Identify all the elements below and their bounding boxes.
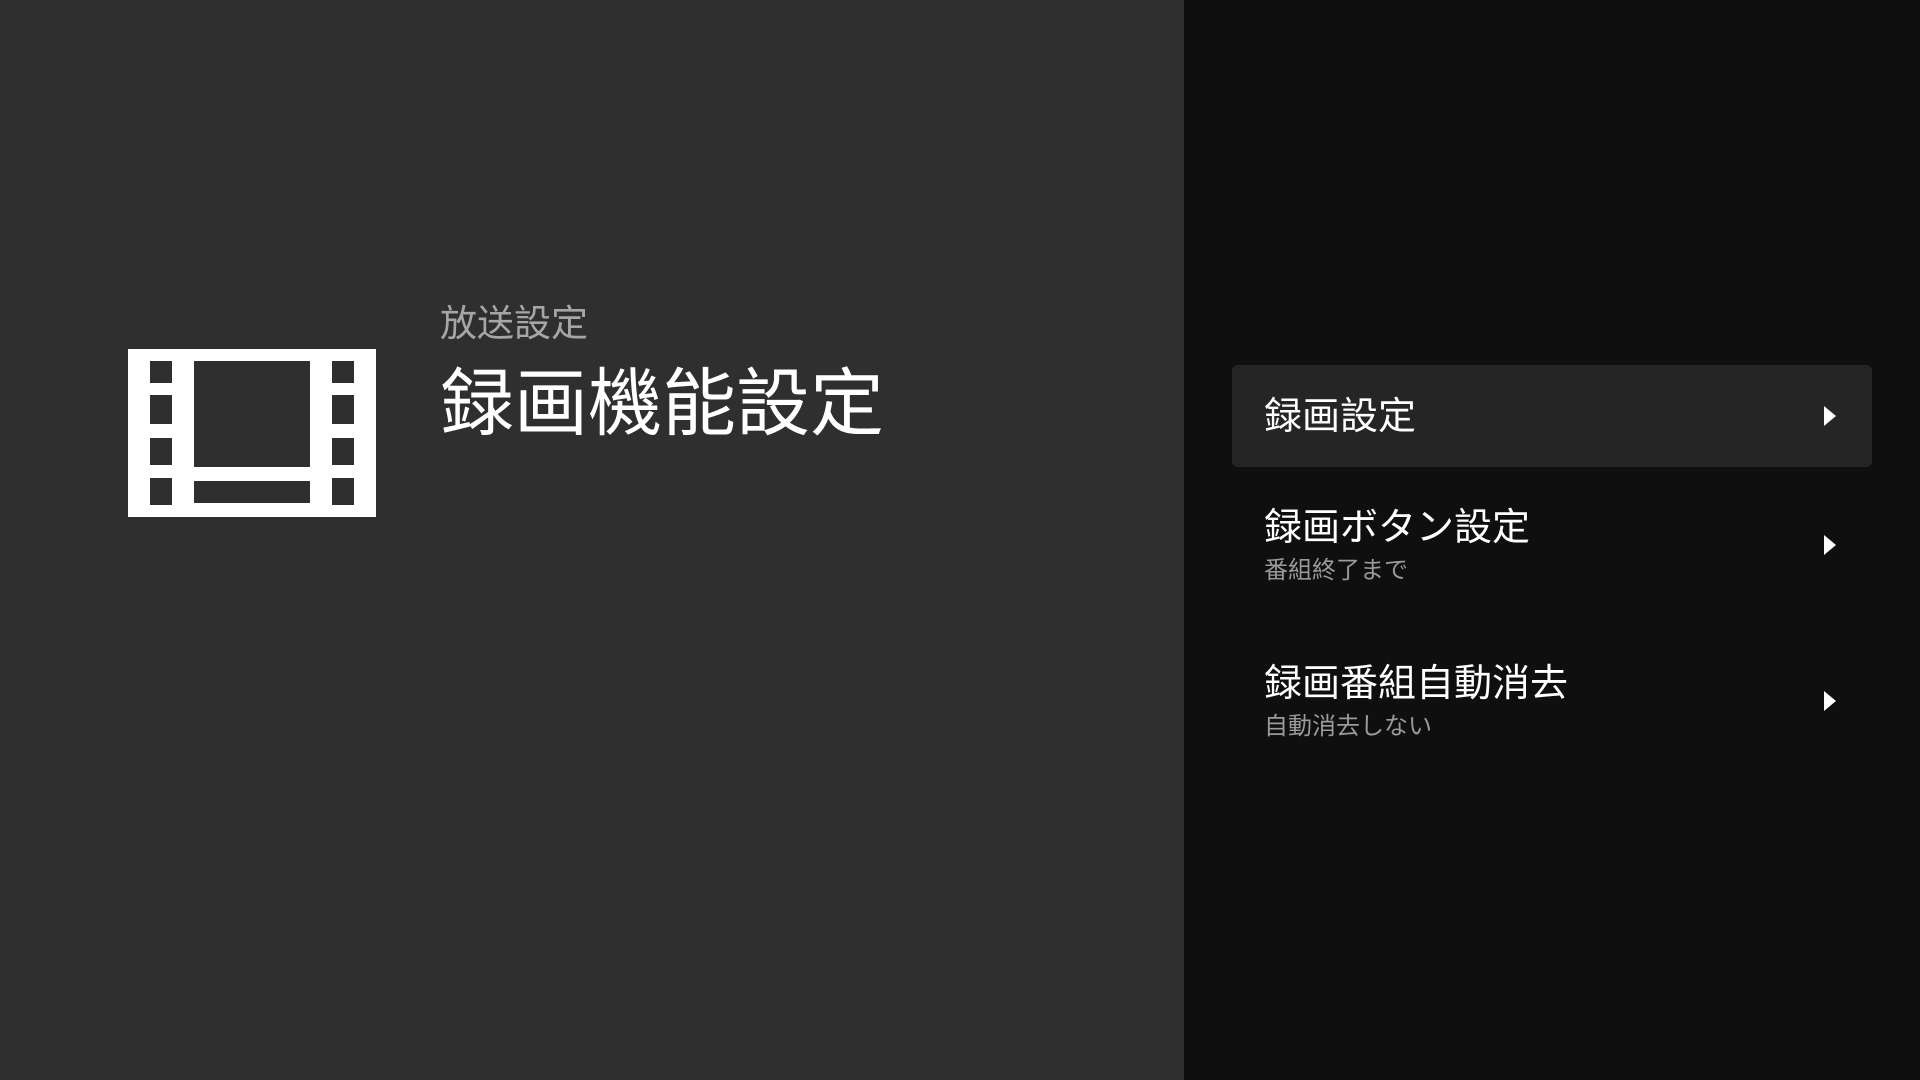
menu-item-text: 録画ボタン設定 番組終了まで — [1264, 503, 1530, 587]
menu-item-label: 録画番組自動消去 — [1264, 661, 1569, 705]
menu-item-value: 番組終了まで — [1264, 556, 1408, 584]
menu-panel: 録画設定 録画ボタン設定 番組終了まで 録画番組自動消去 自動消去しない — [1184, 0, 1920, 1080]
menu-item-value: 自動消去しない — [1264, 712, 1432, 740]
menu-item-label: 録画設定 — [1264, 394, 1417, 438]
settings-screen: 放送設定 録画機能設定 録画設定 録画ボタン設定 番組終了まで 録画番組自動消去… — [0, 0, 1920, 1080]
menu-item-record-button-settings[interactable]: 録画ボタン設定 番組終了まで — [1232, 467, 1872, 623]
chevron-right-icon — [1824, 691, 1836, 711]
chevron-right-icon — [1824, 406, 1836, 426]
menu-item-text: 録画番組自動消去 自動消去しない — [1264, 659, 1568, 743]
header-panel: 放送設定 録画機能設定 — [0, 0, 1184, 1080]
menu-item-label: 録画ボタン設定 — [1264, 505, 1531, 549]
settings-menu: 録画設定 録画ボタン設定 番組終了まで 録画番組自動消去 自動消去しない — [1232, 365, 1872, 779]
menu-item-recording-settings[interactable]: 録画設定 — [1232, 365, 1872, 467]
breadcrumb: 放送設定 — [440, 302, 588, 345]
menu-item-auto-delete[interactable]: 録画番組自動消去 自動消去しない — [1232, 623, 1872, 779]
menu-item-text: 録画設定 — [1264, 392, 1416, 440]
movie-film-icon — [128, 349, 376, 517]
chevron-right-icon — [1824, 535, 1836, 555]
page-title: 録画機能設定 — [440, 361, 884, 447]
